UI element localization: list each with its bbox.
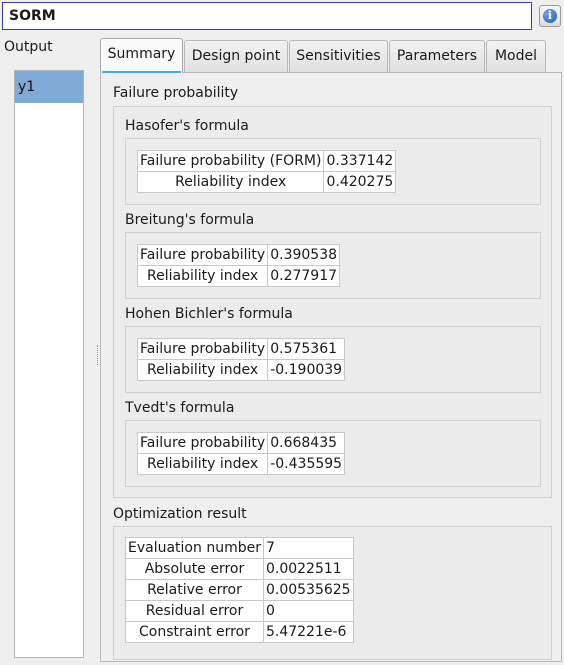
table-key: Residual error bbox=[125, 600, 264, 622]
table-row: Failure probability 0.668435 bbox=[136, 432, 346, 454]
hasofer-table: Failure probability (FORM) 0.337142 Reli… bbox=[136, 150, 397, 193]
tab-parameters[interactable]: Parameters bbox=[389, 40, 485, 72]
table-row: Constraint error 5.47221e-6 bbox=[125, 621, 354, 643]
table-row: Reliability index -0.190039 bbox=[136, 359, 346, 381]
table-value[interactable]: 0.575361 bbox=[267, 338, 346, 360]
breitung-group: Failure probability 0.390538 Reliability… bbox=[125, 232, 541, 299]
hohen-bichler-table: Failure probability 0.575361 Reliability… bbox=[136, 338, 346, 381]
table-key: Constraint error bbox=[125, 621, 264, 643]
tab-summary[interactable]: Summary bbox=[100, 38, 183, 73]
tab-design-point-label: Design point bbox=[191, 48, 281, 64]
table-value[interactable]: 0.0022511 bbox=[262, 558, 354, 580]
table-row: Relative error 0.00535625 bbox=[125, 579, 354, 601]
tab-sensitivities[interactable]: Sensitivities bbox=[289, 40, 388, 72]
table-row: Failure probability (FORM) 0.337142 bbox=[136, 150, 397, 172]
tab-summary-label: Summary bbox=[107, 46, 176, 62]
table-row: Residual error 0 bbox=[125, 600, 354, 622]
table-row: Reliability index 0.420275 bbox=[136, 171, 397, 193]
tvedt-title: Tvedt's formula bbox=[125, 400, 235, 416]
table-value[interactable]: 0.390538 bbox=[267, 244, 341, 266]
table-key: Reliability index bbox=[136, 171, 325, 193]
tvedt-table: Failure probability 0.668435 Reliability… bbox=[136, 432, 346, 475]
hohen-bichler-title: Hohen Bichler's formula bbox=[125, 306, 293, 322]
optimization-result-title: Optimization result bbox=[113, 506, 247, 522]
optimization-result-group: Evaluation number 7 Absolute error 0.002… bbox=[113, 526, 552, 660]
table-key: Reliability index bbox=[136, 453, 269, 475]
breitung-table: Failure probability 0.390538 Reliability… bbox=[136, 244, 341, 287]
breitung-title: Breitung's formula bbox=[125, 212, 255, 228]
table-row: Absolute error 0.0022511 bbox=[125, 558, 354, 580]
table-row: Failure probability 0.390538 bbox=[136, 244, 341, 266]
table-key: Failure probability bbox=[136, 244, 269, 266]
tab-parameters-label: Parameters bbox=[396, 48, 478, 64]
table-row: Reliability index -0.435595 bbox=[136, 453, 346, 475]
tab-sensitivities-label: Sensitivities bbox=[296, 48, 381, 64]
output-list[interactable]: y1 bbox=[14, 70, 84, 658]
title-field[interactable]: SORM bbox=[2, 2, 532, 30]
tvedt-group: Failure probability 0.668435 Reliability… bbox=[125, 420, 541, 487]
summary-panel: Failure probability Hasofer's formula Fa… bbox=[100, 72, 562, 662]
hohen-bichler-group: Failure probability 0.575361 Reliability… bbox=[125, 326, 541, 393]
table-row: Failure probability 0.575361 bbox=[136, 338, 346, 360]
hasofer-group: Failure probability (FORM) 0.337142 Reli… bbox=[125, 138, 541, 205]
table-key: Failure probability (FORM) bbox=[136, 150, 325, 172]
table-key: Failure probability bbox=[136, 338, 269, 360]
table-key: Reliability index bbox=[136, 359, 269, 381]
table-value[interactable]: 0.337142 bbox=[323, 150, 397, 172]
tab-design-point[interactable]: Design point bbox=[184, 40, 288, 72]
table-value[interactable]: 5.47221e-6 bbox=[262, 621, 354, 643]
info-icon: i bbox=[543, 9, 557, 23]
hasofer-title: Hasofer's formula bbox=[125, 118, 249, 134]
table-value[interactable]: 0.420275 bbox=[323, 171, 397, 193]
failure-probability-group: Hasofer's formula Failure probability (F… bbox=[113, 106, 552, 498]
active-tab-indicator bbox=[102, 71, 181, 73]
failure-probability-title: Failure probability bbox=[113, 85, 239, 101]
table-value[interactable]: -0.435595 bbox=[267, 453, 346, 475]
table-value[interactable]: -0.190039 bbox=[267, 359, 346, 381]
table-value[interactable]: 0 bbox=[262, 600, 354, 622]
table-value[interactable]: 0.00535625 bbox=[262, 579, 354, 601]
table-row: Reliability index 0.277917 bbox=[136, 265, 341, 287]
optimization-table: Evaluation number 7 Absolute error 0.002… bbox=[125, 537, 354, 643]
table-key: Failure probability bbox=[136, 432, 269, 454]
info-button[interactable]: i bbox=[539, 5, 561, 27]
output-item-y1[interactable]: y1 bbox=[15, 71, 83, 103]
table-row: Evaluation number 7 bbox=[125, 537, 354, 559]
tab-model-label: Model bbox=[494, 48, 538, 64]
table-key: Evaluation number bbox=[125, 537, 264, 559]
table-value[interactable]: 0.277917 bbox=[267, 265, 341, 287]
table-key: Absolute error bbox=[125, 558, 264, 580]
table-value[interactable]: 0.668435 bbox=[267, 432, 346, 454]
table-key: Reliability index bbox=[136, 265, 269, 287]
table-key: Relative error bbox=[125, 579, 264, 601]
table-value[interactable]: 7 bbox=[262, 537, 354, 559]
output-label: Output bbox=[4, 39, 53, 55]
tab-model[interactable]: Model bbox=[486, 40, 546, 72]
